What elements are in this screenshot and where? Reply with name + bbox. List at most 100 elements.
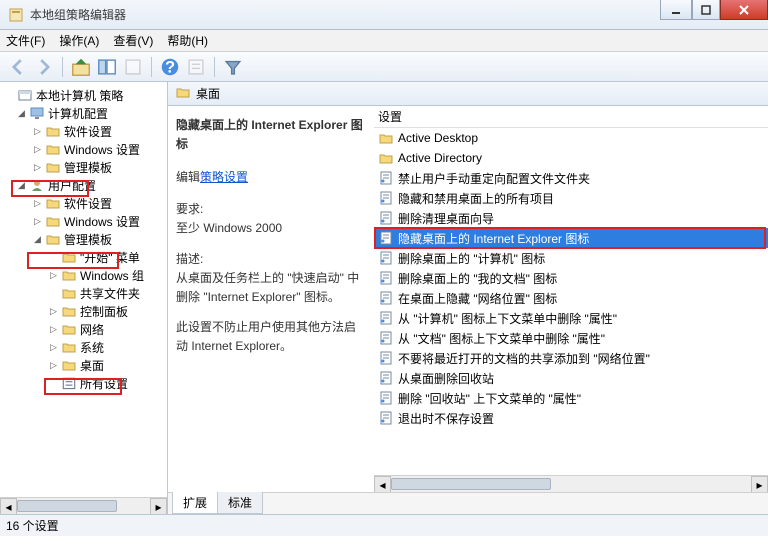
expand-icon[interactable]: ▷ <box>32 216 43 227</box>
scroll-thumb[interactable] <box>391 478 551 490</box>
tree-user-config[interactable]: ◢ 用户配置 <box>4 176 165 194</box>
tree-uc-control[interactable]: ▷ 控制面板 <box>4 302 165 320</box>
setting-policy[interactable]: 从桌面删除回收站 <box>374 368 768 388</box>
app-icon <box>8 7 24 23</box>
collapse-icon[interactable]: ◢ <box>32 234 43 245</box>
setting-label: 在桌面上隐藏 "网络位置" 图标 <box>398 290 557 307</box>
maximize-button[interactable] <box>692 0 720 20</box>
setting-label: 删除桌面上的 "计算机" 图标 <box>398 250 545 267</box>
setting-policy[interactable]: 退出时不保存设置 <box>374 408 768 428</box>
expand-icon[interactable]: ▷ <box>32 198 43 209</box>
setting-policy[interactable]: 从 "文档" 图标上下文菜单中删除 "属性" <box>374 328 768 348</box>
up-button[interactable] <box>69 55 93 79</box>
settings-column: 设置 Active DesktopActive Directory 禁止用户手动重… <box>374 106 768 492</box>
expand-icon[interactable]: ▷ <box>48 306 59 317</box>
help-button[interactable]: ? <box>158 55 182 79</box>
settings-list: Active DesktopActive Directory 禁止用户手动重定向配… <box>374 128 768 475</box>
window-title: 本地组策略编辑器 <box>30 6 126 23</box>
menubar: 文件(F) 操作(A) 查看(V) 帮助(H) <box>0 30 768 52</box>
filter-button[interactable] <box>221 55 245 79</box>
tree-uc-desktop[interactable]: ▷桌面 <box>4 356 165 374</box>
setting-policy[interactable]: 从 "计算机" 图标上下文菜单中删除 "属性" <box>374 308 768 328</box>
scroll-right-arrow[interactable]: ▸ <box>150 498 167 514</box>
tree-label: 用户配置 <box>48 177 96 194</box>
tree-uc-admin[interactable]: ◢管理模板 <box>4 230 165 248</box>
tree-uc-all[interactable]: 所有设置 <box>4 374 165 392</box>
tree-label: 控制面板 <box>80 303 128 320</box>
tree-uc-wincomp[interactable]: ▷ Windows 组 <box>4 266 165 284</box>
scroll-left-arrow[interactable]: ◂ <box>0 498 17 514</box>
setting-folder[interactable]: Active Directory <box>374 148 768 168</box>
tab-extended[interactable]: 扩展 <box>172 492 218 514</box>
menu-action[interactable]: 操作(A) <box>59 32 99 49</box>
setting-policy[interactable]: 删除清理桌面向导 <box>374 208 768 228</box>
tree-cc-software[interactable]: ▷软件设置 <box>4 122 165 140</box>
expand-icon[interactable]: ▷ <box>32 126 43 137</box>
folder-icon <box>61 286 77 300</box>
tree-label: 计算机配置 <box>48 105 108 122</box>
tree-cc-windows[interactable]: ▷Windows 设置 <box>4 140 165 158</box>
setting-policy[interactable]: 删除桌面上的 "计算机" 图标 <box>374 248 768 268</box>
expand-icon[interactable]: ▷ <box>48 342 59 353</box>
back-button <box>6 55 30 79</box>
tree-uc-windows[interactable]: ▷Windows 设置 <box>4 212 165 230</box>
policy-icon <box>378 350 394 366</box>
setting-policy[interactable]: 删除桌面上的 "我的文档" 图标 <box>374 268 768 288</box>
minimize-button[interactable] <box>660 0 692 20</box>
tree-label: 网络 <box>80 321 104 338</box>
expand-icon[interactable]: ▷ <box>32 144 43 155</box>
settings-header[interactable]: 设置 <box>374 106 768 128</box>
menu-view[interactable]: 查看(V) <box>113 32 153 49</box>
scroll-thumb[interactable] <box>17 500 117 512</box>
tree-uc-software[interactable]: ▷ 软件设置 <box>4 194 165 212</box>
scroll-left-arrow[interactable]: ◂ <box>374 476 391 492</box>
expand-icon[interactable]: ▷ <box>48 324 59 335</box>
scroll-right-arrow[interactable]: ▸ <box>751 476 768 492</box>
tree-hscroll[interactable]: ◂ ▸ <box>0 497 167 514</box>
policy-icon <box>378 230 394 246</box>
setting-policy[interactable]: 禁止用户手动重定向配置文件文件夹 <box>374 168 768 188</box>
svg-text:?: ? <box>165 58 175 76</box>
tree-uc-network[interactable]: ▷ 网络 <box>4 320 165 338</box>
expand-icon[interactable]: ▷ <box>32 162 43 173</box>
tree-uc-start[interactable]: "开始" 菜单 <box>4 248 165 266</box>
menu-help[interactable]: 帮助(H) <box>167 32 208 49</box>
tree-label: 软件设置 <box>64 195 112 212</box>
setting-policy[interactable]: 在桌面上隐藏 "网络位置" 图标 <box>374 288 768 308</box>
setting-policy[interactable]: 删除 "回收站" 上下文菜单的 "属性" <box>374 388 768 408</box>
collapse-icon[interactable] <box>4 90 15 101</box>
folder-icon <box>45 142 61 156</box>
toolbar: ? <box>0 52 768 82</box>
tab-standard[interactable]: 标准 <box>217 492 263 514</box>
collapse-icon[interactable]: ◢ <box>16 108 27 119</box>
expand-icon[interactable]: ▷ <box>48 360 59 371</box>
expand-icon[interactable]: ▷ <box>48 270 59 281</box>
settings-hscroll[interactable]: ◂ ▸ <box>374 475 768 492</box>
tree-pane: 本地计算机 策略 ◢ 计算机配置 ▷ 软件设置 ▷Windows 设置 ▷管理模板… <box>0 82 168 514</box>
setting-label: 禁止用户手动重定向配置文件文件夹 <box>398 170 590 187</box>
setting-label: 删除桌面上的 "我的文档" 图标 <box>398 270 557 287</box>
setting-policy[interactable]: 隐藏桌面上的 Internet Explorer 图标 <box>374 228 768 248</box>
policy-icon <box>378 410 394 426</box>
folder-icon <box>45 160 61 174</box>
tree-label: 共享文件夹 <box>80 285 140 302</box>
statusbar: 16 个设置 <box>0 514 768 536</box>
edit-policy-link[interactable]: 策略设置 <box>200 170 248 184</box>
tree-cc-admin[interactable]: ▷管理模板 <box>4 158 165 176</box>
tree-uc-shared[interactable]: 共享文件夹 <box>4 284 165 302</box>
menu-file[interactable]: 文件(F) <box>6 32 45 49</box>
desc-paragraph: 从桌面及任务栏上的 "快速启动" 中删除 "Internet Explorer"… <box>176 269 366 307</box>
setting-folder[interactable]: Active Desktop <box>374 128 768 148</box>
collapse-icon[interactable]: ◢ <box>16 180 27 191</box>
tree-uc-system[interactable]: ▷系统 <box>4 338 165 356</box>
policy-icon <box>378 330 394 346</box>
tree-label: Windows 组 <box>80 267 144 284</box>
show-hide-tree-button[interactable] <box>95 55 119 79</box>
detail-title: 隐藏桌面上的 Internet Explorer 图标 <box>176 116 366 154</box>
close-button[interactable] <box>720 0 768 20</box>
setting-policy[interactable]: 隐藏和禁用桌面上的所有项目 <box>374 188 768 208</box>
tree-root[interactable]: 本地计算机 策略 <box>4 86 165 104</box>
tree-computer-config[interactable]: ◢ 计算机配置 <box>4 104 165 122</box>
setting-policy[interactable]: 不要将最近打开的文档的共享添加到 "网络位置" <box>374 348 768 368</box>
policy-icon <box>378 270 394 286</box>
